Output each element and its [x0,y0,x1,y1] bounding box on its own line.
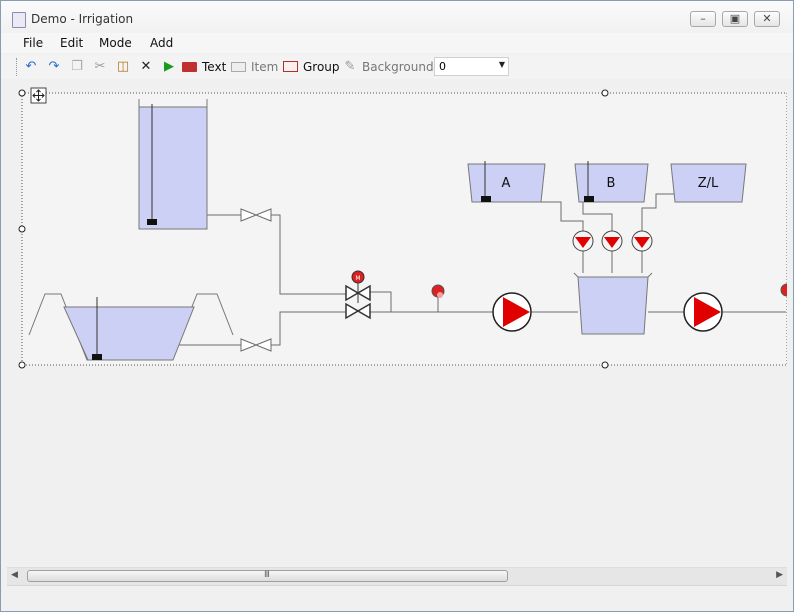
background-tool-icon[interactable]: ✎ [342,59,358,75]
dosing-pump-zl[interactable] [631,230,653,252]
dosing-pump-a[interactable] [572,230,594,252]
resize-handle[interactable] [18,361,26,369]
menu-edit[interactable]: Edit [60,36,83,50]
resize-handle[interactable] [601,89,609,97]
tank-b-label: B [607,176,616,191]
resize-handle[interactable] [601,361,609,369]
tank-tall[interactable] [138,99,208,230]
scroll-left-icon[interactable]: ◀ [11,570,18,580]
app-window: Demo - Irrigation – ▣ ✕ File Edit Mode A… [0,0,794,612]
tank-b[interactable]: B [574,161,649,203]
level-sensor-icon [92,354,102,360]
tank-zl[interactable]: Z/L [670,163,747,203]
toolbar: ↶ ↷ ❐ ✂ ◫ ✕ ▶ Text Item Group ✎ Backgrou… [1,55,793,79]
mixing-tank[interactable] [573,272,653,335]
scrollbar-thumb[interactable]: III [27,570,508,582]
pump-2[interactable] [683,292,723,332]
dosing-pump-b[interactable] [601,230,623,252]
play-icon[interactable]: ▶ [161,59,177,75]
level-sensor-icon [584,196,594,202]
menu-file[interactable]: File [23,36,43,50]
move-handle-icon[interactable] [30,87,47,104]
item-tool-label[interactable]: Item [251,60,278,74]
text-tool-icon[interactable] [182,62,197,72]
minimize-icon: – [700,12,706,25]
menu-add[interactable]: Add [150,36,173,50]
paste-icon[interactable]: ◫ [115,59,131,75]
group-tool-icon[interactable] [283,61,298,72]
delete-icon[interactable]: ✕ [138,59,154,75]
status-bar [7,585,787,608]
minimize-button[interactable]: – [690,11,716,27]
level-sensor-icon [147,219,157,225]
maximize-icon: ▣ [729,12,741,25]
svg-text:M: M [355,275,360,282]
chevron-down-icon[interactable]: ▼ [499,60,505,69]
level-sensor-icon [481,196,491,202]
title-bar: Demo - Irrigation – ▣ ✕ [1,1,793,34]
resize-handle[interactable] [18,225,26,233]
window-title: Demo - Irrigation [31,12,134,26]
toolbar-grip [16,58,17,76]
tank-a[interactable]: A [467,161,546,203]
menu-mode[interactable]: Mode [99,36,132,50]
redo-icon[interactable]: ↷ [46,59,62,75]
text-tool-label[interactable]: Text [202,60,226,74]
diagram-canvas[interactable]: M A B Z/L [7,81,787,567]
close-button[interactable]: ✕ [754,11,780,27]
app-document-icon [12,12,26,28]
scrollbar-grip: III [264,570,270,580]
close-icon: ✕ [762,12,772,25]
undo-icon[interactable]: ↶ [23,59,39,75]
menu-bar: File Edit Mode Add [1,33,793,53]
tank-a-label: A [502,176,511,191]
item-tool-icon[interactable] [231,62,246,72]
layer-select-value: 0 [439,60,446,73]
maximize-button[interactable]: ▣ [722,11,748,27]
cut-icon[interactable]: ✂ [92,59,108,75]
background-tool-label[interactable]: Background [362,60,434,74]
horizontal-scrollbar[interactable]: ◀ III ▶ [7,567,787,585]
copy-icon[interactable]: ❐ [69,59,85,75]
irrigation-diagram: M A B Z/L [18,87,787,369]
tank-zl-label: Z/L [698,176,719,191]
group-tool-label[interactable]: Group [303,60,340,74]
resize-handle[interactable] [18,89,26,97]
pump-1[interactable] [492,292,532,332]
layer-select[interactable]: 0 ▼ [434,57,509,76]
scroll-right-icon[interactable]: ▶ [776,570,783,580]
